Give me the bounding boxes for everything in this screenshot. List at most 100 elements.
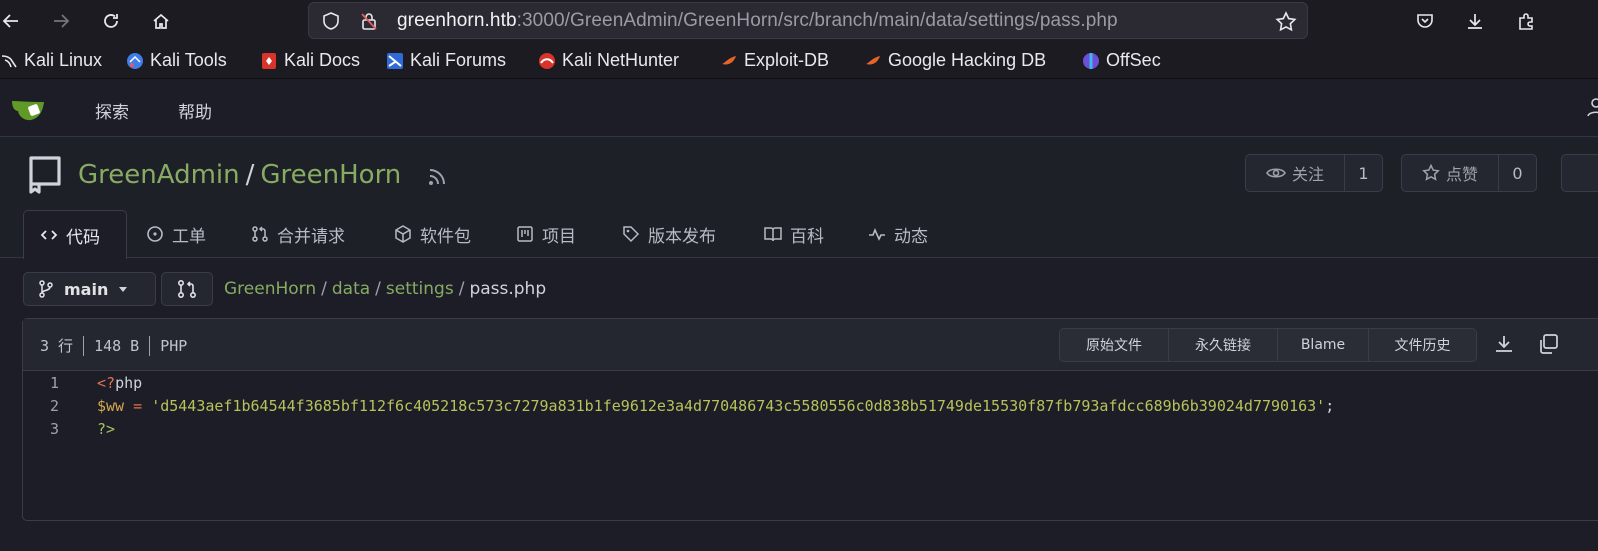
shield-icon[interactable]	[321, 11, 341, 31]
extensions-button[interactable]	[1511, 6, 1541, 36]
tab-releases[interactable]: 版本发布	[606, 210, 732, 258]
copy-icon[interactable]	[1537, 333, 1559, 355]
line-number[interactable]: 3	[23, 420, 59, 438]
file-line-count: 3 行	[40, 337, 74, 355]
pocket-icon	[1417, 14, 1433, 28]
reload-button[interactable]	[96, 6, 126, 36]
line-number[interactable]: 1	[23, 374, 59, 392]
url-host: greenhorn.htb	[397, 10, 517, 31]
tab-label: 版本发布	[648, 226, 716, 247]
url-text[interactable]: greenhorn.htb:3000/GreenAdmin/GreenHorn/…	[397, 10, 1118, 32]
code-line: 1 <? php	[23, 371, 1598, 394]
kali-forums-icon	[387, 52, 403, 69]
bookmark-kali-linux[interactable]: Kali Linux	[0, 50, 102, 71]
home-icon	[153, 13, 169, 29]
tab-issues[interactable]: 工单	[130, 210, 222, 258]
code-line: 2 $ww = 'd5443aef1b64544f3685bf112f6c4052…	[23, 394, 1598, 417]
bookmark-label: OffSec	[1106, 50, 1161, 70]
repo-name-link[interactable]: GreenHorn	[260, 160, 401, 190]
back-button[interactable]	[0, 6, 26, 36]
tab-label: 项目	[542, 226, 576, 247]
eye-icon	[1266, 168, 1286, 178]
nav-explore-link[interactable]: 探索	[95, 98, 129, 123]
rss-icon[interactable]	[426, 166, 448, 188]
star-button[interactable]: 点赞	[1402, 155, 1498, 191]
bookmark-kali-forums[interactable]: Kali Forums	[386, 50, 506, 71]
bookmark-label: Kali Forums	[410, 50, 507, 70]
tab-projects[interactable]: 项目	[500, 210, 592, 258]
tab-wiki[interactable]: 百科	[748, 210, 840, 258]
nav-help-link[interactable]: 帮助	[178, 98, 212, 123]
compare-button[interactable]	[161, 272, 213, 306]
bookmark-google-hacking-db[interactable]: Google Hacking DB	[864, 50, 1046, 71]
tab-activity[interactable]: 动态	[852, 210, 944, 258]
forward-button[interactable]	[46, 6, 76, 36]
caret-down-icon	[119, 287, 128, 292]
tab-label: 代码	[66, 227, 100, 248]
book-icon	[764, 227, 782, 242]
breadcrumb-data[interactable]: data	[332, 279, 370, 299]
repo-title-separator: /	[245, 160, 255, 190]
line-number[interactable]: 2	[23, 397, 59, 415]
star-button-group: 点赞 0	[1401, 154, 1538, 192]
nethunter-icon	[539, 52, 555, 69]
code-token: php	[115, 373, 143, 392]
code-view: 1 <? php 2 $ww = 'd5443aef1b64544f3685bf112…	[23, 371, 1598, 440]
bookmark-kali-nethunter[interactable]: Kali NetHunter	[538, 50, 679, 71]
divider	[149, 335, 151, 356]
code-line: 3 ?>	[23, 417, 1598, 440]
bookmark-offsec[interactable]: OffSec	[1082, 50, 1161, 71]
ghdb-icon	[866, 55, 880, 65]
download-icon	[1468, 14, 1482, 29]
breadcrumb: GreenHorn / data / settings / pass.php	[224, 279, 546, 299]
file-size: 148 B	[94, 336, 140, 355]
gitea-page: 探索 帮助 GreenAdmin / GreenHorn 关注 1 点赞 0 代…	[0, 80, 1598, 551]
url-bar[interactable]: greenhorn.htb:3000/GreenAdmin/GreenHorn/…	[308, 2, 1308, 39]
divider	[83, 335, 85, 356]
breadcrumb-repo[interactable]: GreenHorn	[224, 279, 316, 299]
blame-button[interactable]: Blame	[1277, 329, 1368, 361]
branch-selector[interactable]: main	[23, 272, 156, 306]
code-token: ;	[1325, 396, 1335, 415]
kali-tools-icon	[127, 52, 143, 69]
star-label: 点赞	[1446, 165, 1479, 184]
branch-bar: main GreenHorn / data / settings / pass.php	[0, 272, 1598, 308]
browser-toolbar: greenhorn.htb:3000/GreenAdmin/GreenHorn/…	[0, 0, 1598, 41]
download-icon[interactable]	[1493, 333, 1515, 355]
exploit-db-icon	[722, 55, 736, 65]
star-icon	[1422, 164, 1440, 181]
reload-icon	[104, 14, 118, 28]
arrow-right-icon	[54, 14, 70, 28]
branch-name: main	[64, 279, 109, 299]
history-button[interactable]: 文件历史	[1368, 329, 1476, 361]
user-icon[interactable]	[1586, 96, 1598, 118]
insecure-lock-icon[interactable]	[359, 11, 379, 31]
pocket-button[interactable]	[1410, 6, 1440, 36]
repo-owner-link[interactable]: GreenAdmin	[78, 160, 240, 190]
breadcrumb-settings[interactable]: settings	[386, 279, 454, 299]
star-count[interactable]: 0	[1498, 155, 1536, 191]
gitea-logo-icon[interactable]	[10, 96, 54, 122]
downloads-button[interactable]	[1460, 6, 1490, 36]
code-token: $ww	[97, 396, 125, 415]
watch-label: 关注	[1292, 165, 1325, 184]
bookmarks-toolbar: Kali Linux Kali Tools Kali Docs Kali For…	[0, 41, 1598, 79]
bookmark-exploit-db[interactable]: Exploit-DB	[720, 50, 829, 71]
watch-button[interactable]: 关注	[1246, 155, 1344, 191]
tab-pull-requests[interactable]: 合并请求	[235, 210, 361, 258]
watch-count[interactable]: 1	[1344, 155, 1382, 191]
bookmark-star-icon[interactable]	[1275, 11, 1297, 33]
bookmark-kali-tools[interactable]: Kali Tools	[126, 50, 227, 71]
code-token: =	[124, 396, 152, 415]
tab-code[interactable]: 代码	[23, 210, 127, 259]
tab-label: 合并请求	[277, 226, 345, 247]
permalink-button[interactable]: 永久链接	[1168, 329, 1277, 361]
breadcrumb-file: pass.php	[469, 279, 547, 299]
pull-request-icon	[252, 226, 268, 242]
fork-button-group[interactable]	[1561, 154, 1598, 192]
raw-button[interactable]: 原始文件	[1060, 329, 1168, 361]
tab-packages[interactable]: 软件包	[378, 210, 487, 258]
code-token: <?	[97, 373, 116, 392]
bookmark-kali-docs[interactable]: Kali Docs	[260, 50, 360, 71]
home-button[interactable]	[146, 6, 176, 36]
